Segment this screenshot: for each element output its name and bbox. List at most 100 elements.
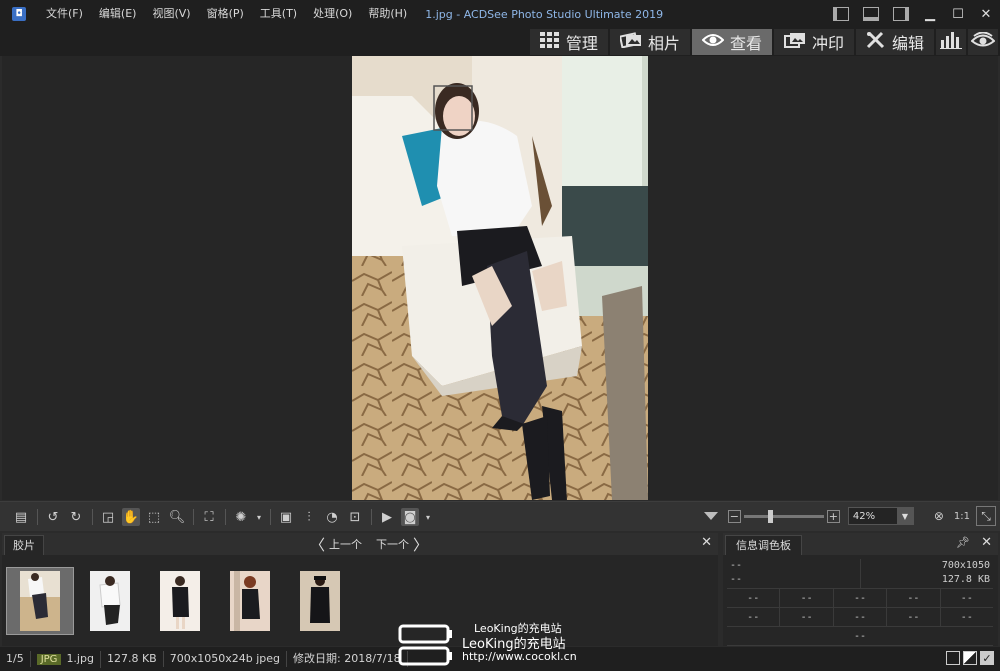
close-icon[interactable]: ✕	[972, 0, 1000, 28]
zoom-slider-knob[interactable]	[767, 509, 773, 523]
menu-help[interactable]: 帮助(H)	[360, 0, 415, 28]
info-value: --	[939, 589, 993, 608]
info-value: --	[832, 589, 886, 608]
thumbnail-5[interactable]	[286, 567, 354, 635]
thumbnail-image	[90, 571, 130, 631]
bottom-pane-layout-icon[interactable]	[863, 7, 879, 21]
info-palette-panel: 信息调色板 📌︎ ✕ -- -- 700x1050 127.8 KB -- --…	[723, 533, 998, 646]
photos-icon	[618, 32, 642, 52]
menu-bar: 文件(F) 编辑(E) 视图(V) 窗格(P) 工具(T) 处理(O) 帮助(H…	[38, 0, 415, 28]
select-frame-icon[interactable]: ◲	[99, 508, 117, 526]
zoom-out-button[interactable]: −	[727, 509, 741, 523]
eye-icon	[701, 33, 725, 51]
rotate-left-icon[interactable]: ↺	[44, 508, 62, 526]
app-icon[interactable]: ◘	[12, 7, 26, 21]
thumbnail-image	[160, 571, 200, 631]
minimize-icon[interactable]: ▁	[916, 0, 944, 28]
thumbnail-4[interactable]	[216, 567, 284, 635]
unchecked-box-icon[interactable]	[946, 651, 960, 665]
zoom-tool-icon[interactable]: 🔍︎	[168, 508, 186, 526]
menu-view[interactable]: 视图(V)	[144, 0, 198, 28]
right-pane-layout-icon[interactable]	[893, 7, 909, 21]
view-mode-icon[interactable]: ◙	[401, 508, 419, 526]
thumbnail-image	[230, 571, 270, 631]
fit-zoom-icon[interactable]: ⊗	[930, 509, 948, 523]
status-index: 1/5	[0, 651, 31, 667]
zoom-select[interactable]: 42% ▼	[847, 507, 914, 525]
slideshow-icon[interactable]: ▶	[378, 508, 396, 526]
info-value: --	[886, 589, 939, 608]
mode-manage-label: 管理	[565, 34, 598, 53]
thumbnail-1[interactable]	[6, 567, 74, 635]
watermark: LeoKing的充电站 LeoKing的充电站 http://www.cocok…	[398, 616, 618, 668]
fullscreen-icon[interactable]: ⛶	[200, 508, 218, 526]
mode-develop-tab[interactable]: 冲印	[773, 29, 854, 55]
window-title: 1.jpg - ACDSee Photo Studio Ultimate 201…	[425, 7, 664, 21]
thumbnail-3[interactable]	[146, 567, 214, 635]
compare-icon[interactable]: ▣	[277, 508, 295, 526]
maximize-icon[interactable]: ☐	[944, 0, 972, 28]
focus-target-icon[interactable]: ⊡	[346, 508, 364, 526]
thumbnail-2[interactable]	[76, 567, 144, 635]
ultimate-tab[interactable]	[968, 29, 998, 55]
grid-icon	[539, 32, 560, 52]
image-list-icon[interactable]: ▤	[12, 508, 30, 526]
check-icon[interactable]: ✓	[980, 651, 994, 665]
chevron-left-icon[interactable]: 〈	[310, 534, 325, 555]
title-bar: ◘ 文件(F) 编辑(E) 视图(V) 窗格(P) 工具(T) 处理(O) 帮助…	[0, 0, 1000, 28]
actual-size-button[interactable]: 1:1	[954, 511, 970, 522]
info-palette-tab[interactable]: 信息调色板	[725, 535, 802, 555]
mode-edit-tab[interactable]: 编辑	[855, 29, 934, 55]
toolbar-divider	[193, 509, 194, 525]
info-left-bottom: --	[730, 574, 743, 585]
menu-edit[interactable]: 编辑(E)	[91, 0, 145, 28]
thumbnail-image	[300, 571, 340, 631]
menu-tools[interactable]: 工具(T)	[252, 0, 305, 28]
auto-enhance-icon[interactable]: ✺	[232, 508, 250, 526]
status-modified: 修改日期: 2018/7/18	[287, 651, 408, 667]
rotate-right-icon[interactable]: ↻	[67, 508, 85, 526]
info-row: -- -- -- -- --	[727, 589, 993, 608]
half-tone-icon[interactable]	[963, 651, 977, 665]
toolbar-divider	[37, 509, 38, 525]
close-icon[interactable]: ✕	[701, 535, 712, 550]
eye-curve-icon	[970, 31, 996, 52]
mode-photos-tab[interactable]: 相片	[609, 29, 690, 55]
next-button[interactable]: 下一个	[376, 536, 409, 552]
left-pane-layout-icon[interactable]	[833, 7, 849, 21]
info-value: --	[747, 593, 760, 604]
menu-process[interactable]: 处理(O)	[305, 0, 360, 28]
chevron-down-icon[interactable]: ▾	[424, 508, 432, 526]
zoom-value: 42%	[852, 510, 876, 522]
info-value: --	[779, 589, 832, 608]
pin-icon[interactable]: 📌︎	[956, 536, 970, 549]
watermark-line-3: http://www.cocokl.cn	[462, 650, 577, 663]
dashboard-tab[interactable]	[936, 29, 966, 55]
chevron-right-icon[interactable]: 〉	[413, 534, 428, 555]
zoom-slider[interactable]	[743, 509, 824, 523]
marquee-select-icon[interactable]: ⬚	[145, 508, 163, 526]
mode-manage-tab[interactable]: 管理	[529, 29, 608, 55]
expand-icon[interactable]: ⤡	[976, 506, 996, 526]
adjust-sliders-icon[interactable]: ⫶	[300, 508, 318, 526]
chevron-down-icon[interactable]: ▾	[255, 508, 263, 526]
info-file-size: 127.8 KB	[941, 574, 990, 585]
mode-bar: 管理 相片 查看 冲印 编辑	[0, 28, 1000, 56]
menu-file[interactable]: 文件(F)	[38, 0, 91, 28]
info-value: --	[886, 608, 939, 627]
info-grid: -- -- 700x1050 127.8 KB -- -- -- -- -- -…	[727, 559, 993, 646]
image-viewer[interactable]	[2, 56, 998, 500]
zoom-in-button[interactable]: +	[826, 509, 840, 523]
histogram-dial-icon[interactable]: ◔	[323, 508, 341, 526]
filter-triangle-icon[interactable]	[703, 512, 718, 520]
status-size: 127.8 KB	[101, 651, 164, 667]
info-palette-header: 信息调色板 📌︎ ✕	[723, 533, 998, 555]
chevron-down-icon[interactable]: ▼	[896, 508, 913, 524]
mode-view-label: 查看	[729, 34, 762, 53]
filmstrip-tab[interactable]: 胶片	[4, 535, 44, 555]
mode-view-tab[interactable]: 查看	[691, 29, 772, 55]
prev-button[interactable]: 上一个	[329, 536, 362, 552]
menu-pane[interactable]: 窗格(P)	[199, 0, 252, 28]
hand-tool-icon[interactable]: ✋	[122, 508, 140, 526]
close-icon[interactable]: ✕	[981, 535, 992, 550]
